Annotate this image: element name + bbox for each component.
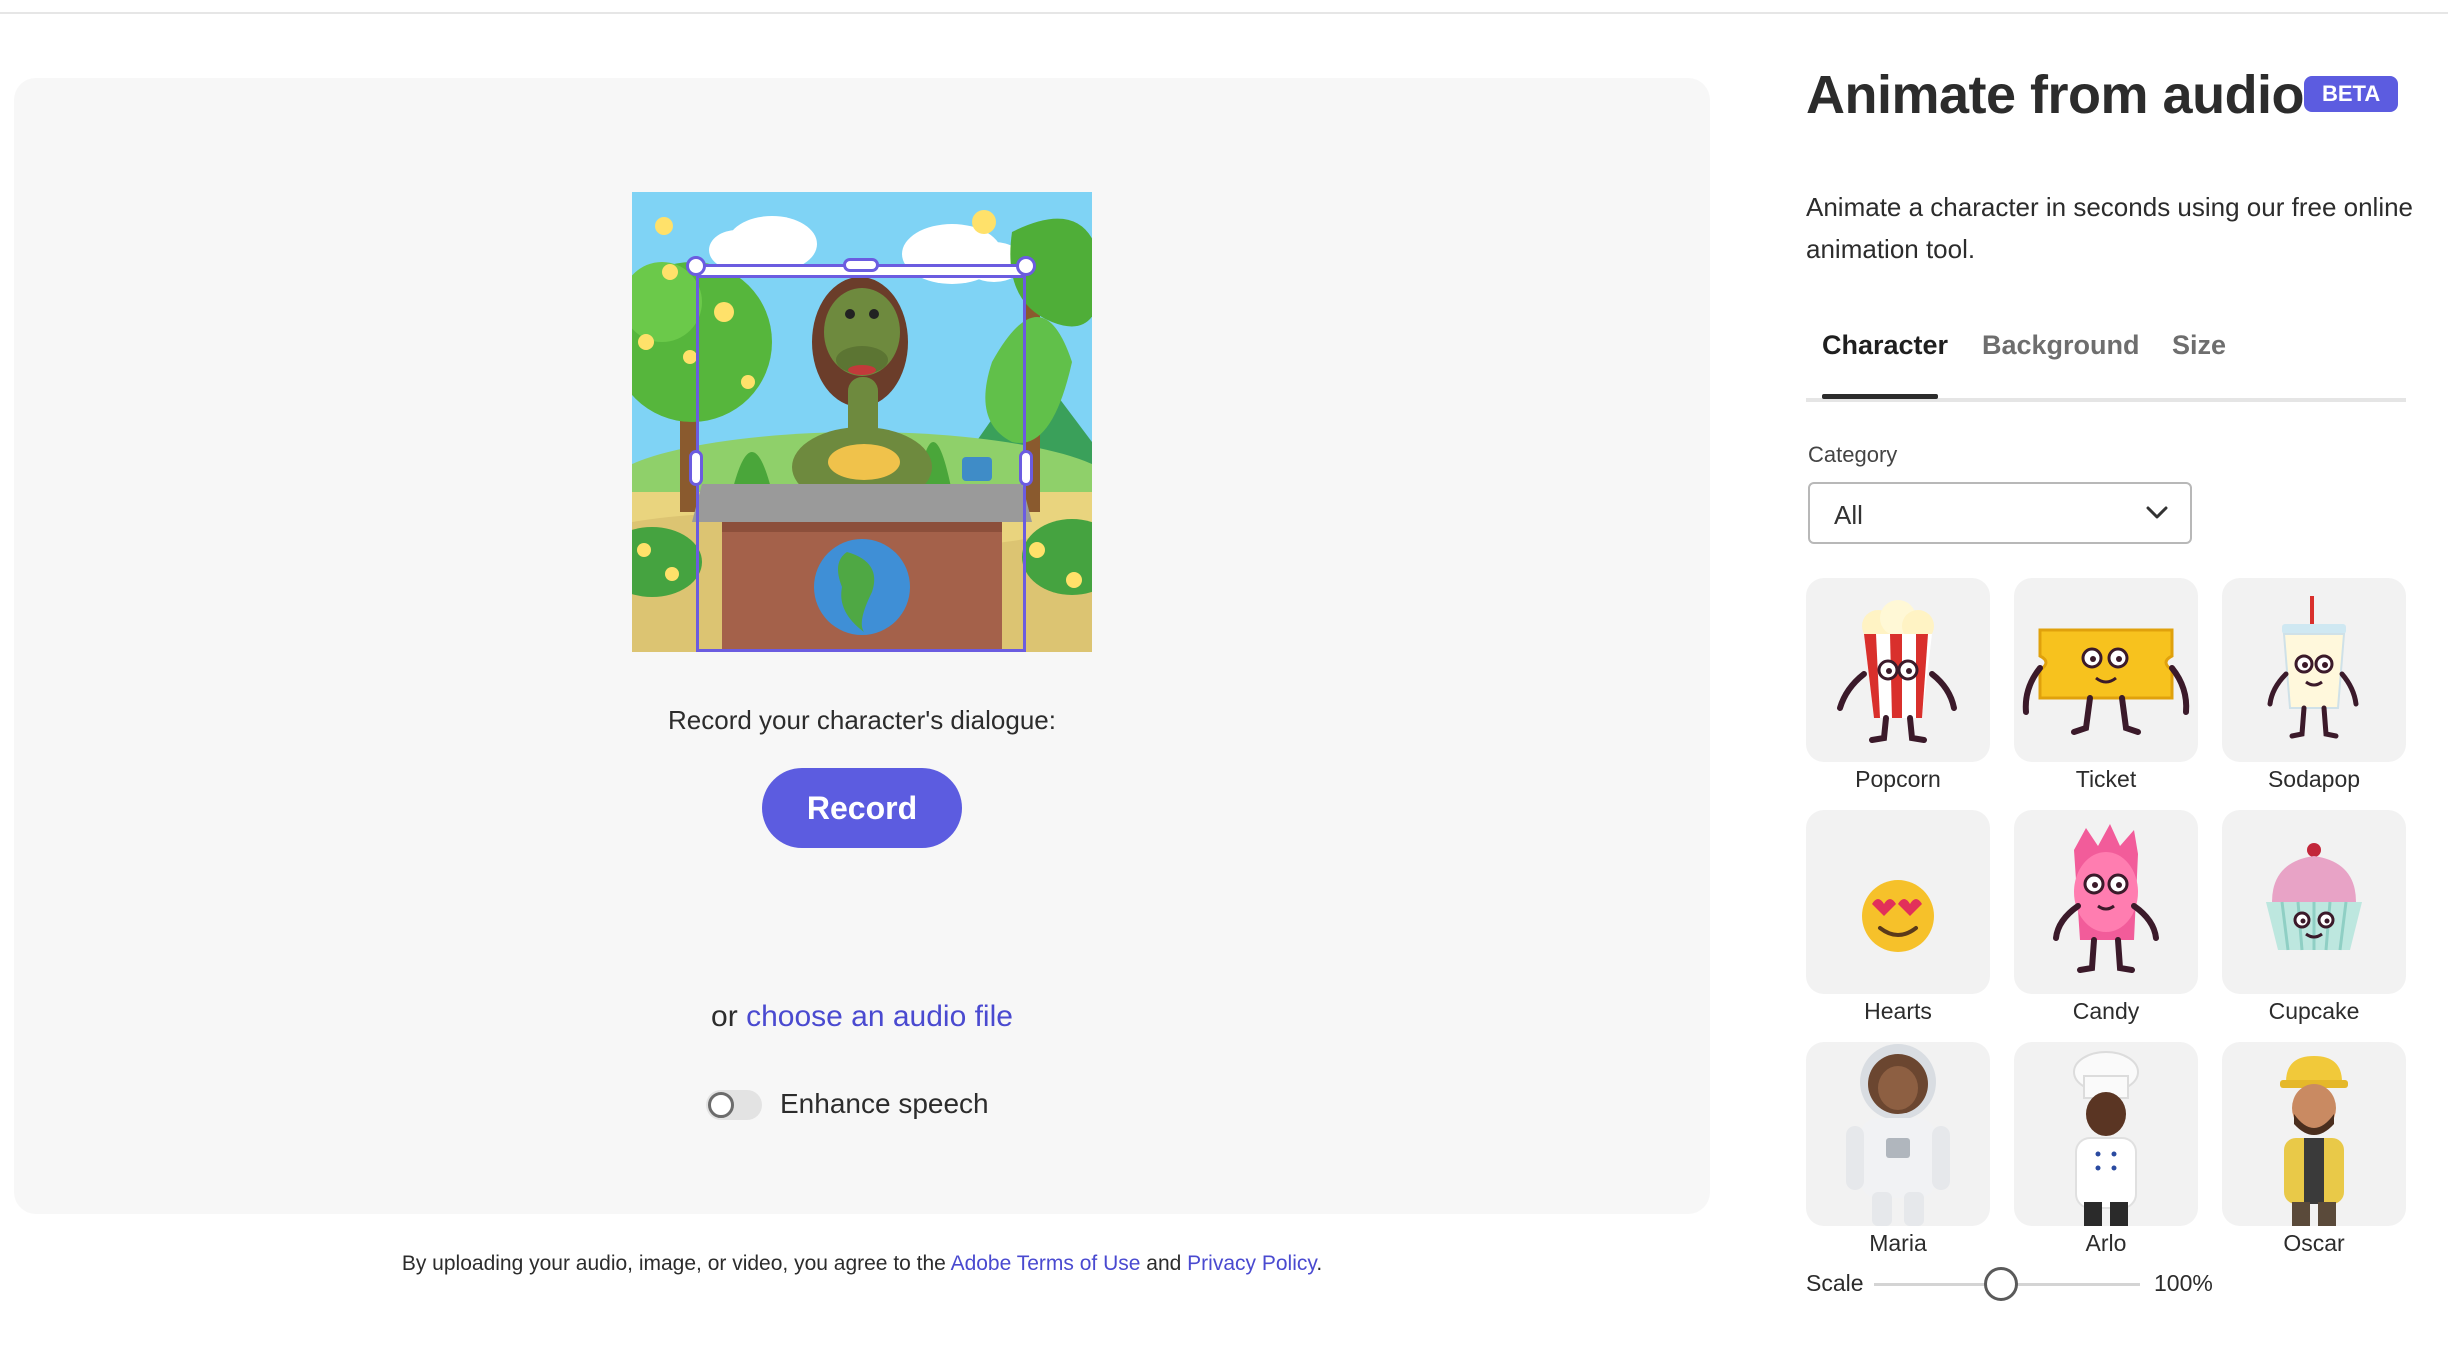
enhance-speech-toggle[interactable] [706,1090,762,1120]
character-tile-hearts[interactable] [1806,810,1990,994]
character-tile-popcorn[interactable] [1806,578,1990,762]
legal-notice: By uploading your audio, image, or video… [14,1252,1710,1276]
astronaut-character-icon [1846,1044,1950,1226]
character-label-popcorn: Popcorn [1855,766,1941,792]
record-button[interactable]: Record [762,768,962,848]
resize-handle-top[interactable] [843,258,879,272]
scale-label: Scale [1806,1270,1864,1296]
ticket-character-icon [2022,628,2190,735]
character-tile-ticket[interactable] [2014,578,2198,762]
candy-character-icon [2053,824,2159,973]
legal-prefix: By uploading your audio, image, or video… [401,1252,946,1275]
beta-badge: BETA [2304,76,2399,112]
scale-value: 100% [2154,1270,2213,1296]
character-tile-candy[interactable] [2014,810,2198,994]
resize-handle-top-left[interactable] [686,256,706,276]
category-select[interactable]: All [1808,482,2192,544]
page-title: Animate from audio [1806,65,2305,125]
choose-audio-file-link[interactable]: choose an audio file [746,1000,1013,1033]
sodapop-character-icon [2267,596,2359,739]
terms-of-use-link[interactable]: Adobe Terms of Use [951,1252,1141,1275]
or-text: or [711,1000,738,1033]
character-tile-sodapop[interactable] [2222,578,2406,762]
legal-suffix: . [1316,1252,1323,1275]
character-tile-maria[interactable] [1806,1042,1990,1226]
character-label-arlo: Arlo [2085,1230,2127,1256]
toggle-knob [708,1092,734,1118]
top-divider [0,12,2448,14]
cupcake-character-icon [2266,843,2362,951]
character-label-hearts: Hearts [1864,998,1932,1024]
character-label-candy: Candy [2072,998,2140,1024]
tab-character[interactable]: Character [1822,330,1948,361]
scale-slider-handle[interactable] [1984,1267,2018,1301]
builder-character-icon [2280,1056,2348,1226]
tab-background[interactable]: Background [1982,330,2140,361]
character-label-maria: Maria [1869,1230,1927,1256]
character-tile-arlo[interactable] [2014,1042,2198,1226]
category-label: Category [1808,442,1898,467]
legal-and: and [1146,1252,1182,1275]
chef-character-icon [2073,1051,2139,1226]
choose-audio-line: or choose an audio file [14,1000,1710,1034]
resize-handle-left[interactable] [689,450,703,486]
character-label-ticket: Ticket [2075,766,2137,792]
heart-eyes-emoji-icon [1862,880,1934,952]
character-label-cupcake: Cupcake [2268,998,2360,1024]
character-label-sodapop: Sodapop [2267,766,2361,792]
character-tile-oscar[interactable] [2222,1042,2406,1226]
resize-handle-top-right[interactable] [1016,256,1036,276]
character-tile-cupcake[interactable] [2222,810,2406,994]
category-selected-value: All [1834,500,1863,530]
enhance-speech-label: Enhance speech [780,1088,989,1119]
active-tab-indicator [1822,394,1938,399]
privacy-policy-link[interactable]: Privacy Policy [1187,1252,1316,1275]
resize-handle-right[interactable] [1019,450,1033,486]
tab-bar: Character Background Size [1806,330,2406,402]
record-prompt: Record your character's dialogue: [668,705,1056,735]
popcorn-character-icon [1837,600,1957,743]
tab-size[interactable]: Size [2172,330,2226,361]
character-label-oscar: Oscar [2283,1230,2345,1256]
chevron-down-icon [2146,506,2168,525]
page-description: Animate a character in seconds using our… [1806,192,2414,264]
